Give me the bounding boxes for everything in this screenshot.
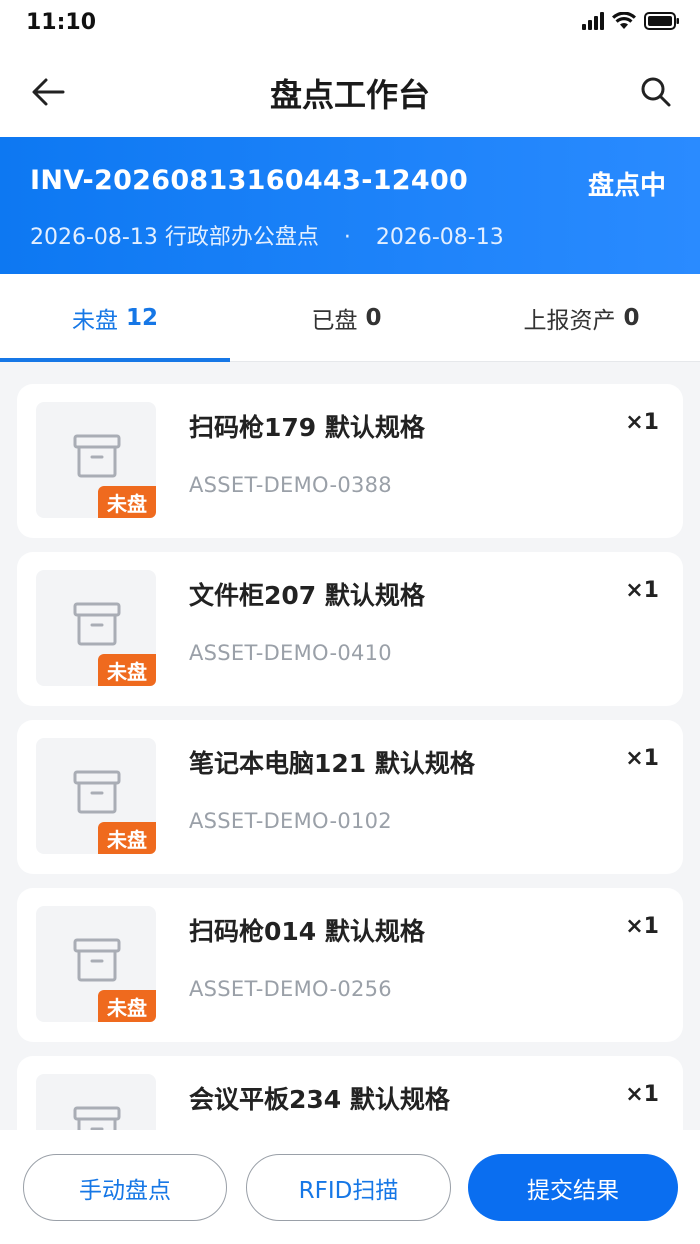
- battery-icon: [644, 12, 679, 30]
- archive-box-icon: [73, 770, 121, 814]
- asset-code: ASSET-DEMO-0388: [189, 473, 392, 497]
- rfid-scan-button[interactable]: RFID扫描: [246, 1154, 451, 1221]
- tab-reported-assets[interactable]: 上报资产 0: [463, 274, 700, 362]
- asset-code: ASSET-DEMO-0410: [189, 641, 392, 665]
- inventory-subtitle: 2026-08-13 行政部办公盘点 · 2026-08-13: [30, 219, 504, 251]
- asset-code: ASSET-DEMO-0102: [189, 809, 392, 833]
- search-icon: [641, 77, 671, 107]
- status-badge: 未盘: [98, 822, 156, 854]
- separator-dot: ·: [343, 225, 351, 250]
- asset-name: 扫码枪179 默认规格: [189, 413, 425, 442]
- tab-count: 12: [125, 305, 158, 331]
- search-button[interactable]: [636, 72, 676, 112]
- asset-quantity: ×1: [625, 914, 659, 939]
- tab-count: 0: [623, 305, 640, 331]
- archive-box-icon: [73, 602, 121, 646]
- asset-quantity: ×1: [625, 746, 659, 771]
- asset-name: 扫码枪014 默认规格: [189, 917, 425, 946]
- status-bar: 11:10: [0, 0, 700, 50]
- tab-label: 已盘: [311, 308, 358, 334]
- status-badge: 未盘: [98, 486, 156, 518]
- inventory-name: 2026-08-13 行政部办公盘点: [30, 225, 319, 250]
- asset-name: 文件柜207 默认规格: [189, 581, 425, 610]
- tab-counted[interactable]: 已盘 0: [230, 274, 463, 362]
- asset-card[interactable]: 未盘 文件柜207 默认规格 ASSET-DEMO-0410 ×1: [17, 552, 683, 706]
- asset-thumbnail: 未盘: [36, 738, 156, 854]
- tab-bar: 未盘 12 已盘 0 上报资产 0: [0, 274, 700, 362]
- asset-name: 会议平板234 默认规格: [189, 1085, 450, 1114]
- page-title: 盘点工作台: [269, 76, 430, 114]
- tab-label: 未盘: [71, 308, 118, 334]
- submit-results-button[interactable]: 提交结果: [468, 1154, 678, 1221]
- asset-list[interactable]: 未盘 扫码枪179 默认规格 ASSET-DEMO-0388 ×1 未盘 文件柜…: [0, 362, 700, 1130]
- asset-thumbnail: [36, 1074, 156, 1130]
- nav-bar: 盘点工作台: [0, 50, 700, 137]
- asset-thumbnail: 未盘: [36, 906, 156, 1022]
- inventory-code: INV-20260813160443-12400: [30, 165, 469, 196]
- signal-icon: [582, 12, 604, 30]
- asset-name: 笔记本电脑121 默认规格: [189, 749, 475, 778]
- inventory-banner: INV-20260813160443-12400 盘点中 2026-08-13 …: [0, 137, 700, 274]
- status-badge: 未盘: [98, 990, 156, 1022]
- status-time: 11:10: [26, 10, 97, 35]
- asset-thumbnail: 未盘: [36, 402, 156, 518]
- asset-quantity: ×1: [625, 410, 659, 435]
- wifi-icon: [612, 12, 636, 29]
- tab-uncounted[interactable]: 未盘 12: [0, 274, 230, 362]
- archive-box-icon: [73, 938, 121, 982]
- tab-count: 0: [365, 305, 382, 331]
- asset-quantity: ×1: [625, 1082, 659, 1107]
- asset-quantity: ×1: [625, 578, 659, 603]
- asset-card[interactable]: 会议平板234 默认规格 ×1: [17, 1056, 683, 1130]
- status-badge: 未盘: [98, 654, 156, 686]
- archive-box-icon: [73, 434, 121, 478]
- inventory-date: 2026-08-13: [375, 225, 504, 250]
- bottom-action-bar: 手动盘点 RFID扫描 提交结果: [0, 1130, 700, 1244]
- status-icons: [582, 12, 680, 30]
- asset-code: ASSET-DEMO-0256: [189, 977, 392, 1001]
- asset-card[interactable]: 未盘 扫码枪179 默认规格 ASSET-DEMO-0388 ×1: [17, 384, 683, 538]
- archive-box-icon: [73, 1106, 121, 1130]
- inventory-status: 盘点中: [587, 171, 666, 201]
- asset-card[interactable]: 未盘 笔记本电脑121 默认规格 ASSET-DEMO-0102 ×1: [17, 720, 683, 874]
- asset-card[interactable]: 未盘 扫码枪014 默认规格 ASSET-DEMO-0256 ×1: [17, 888, 683, 1042]
- asset-thumbnail: 未盘: [36, 570, 156, 686]
- manual-count-button[interactable]: 手动盘点: [23, 1154, 227, 1221]
- tab-label: 上报资产: [523, 308, 616, 334]
